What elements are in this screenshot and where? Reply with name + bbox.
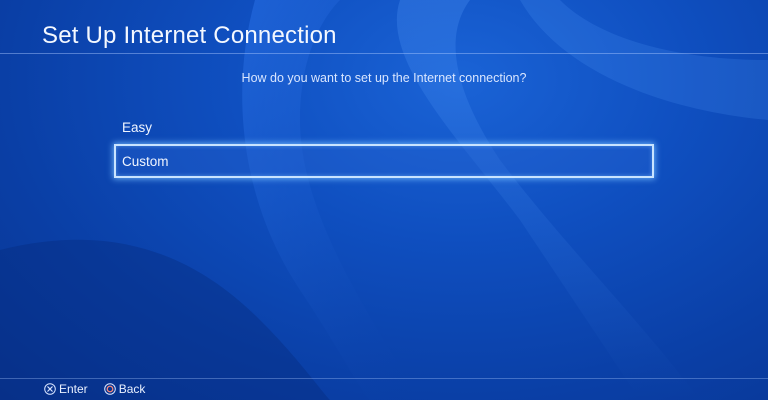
footer-divider [0, 378, 768, 379]
cross-button-icon [44, 383, 56, 395]
enter-label: Enter [59, 382, 88, 396]
enter-hint[interactable]: Enter [44, 381, 88, 397]
back-label: Back [118, 382, 146, 396]
option-list: Easy Custom [114, 110, 654, 178]
option-custom[interactable]: Custom [114, 144, 654, 178]
header-divider [0, 53, 768, 54]
footer-hints: Enter Back [44, 381, 161, 397]
setup-question: How do you want to set up the Internet c… [241, 71, 527, 85]
option-easy[interactable]: Easy [114, 110, 654, 144]
background-waves [0, 0, 768, 400]
page-title: Set Up Internet Connection [42, 22, 337, 49]
circle-button-icon [103, 383, 116, 395]
header: Set Up Internet Connection [0, 0, 768, 54]
option-label: Easy [122, 120, 153, 135]
back-hint[interactable]: Back [103, 381, 146, 397]
option-label: Custom [122, 154, 169, 169]
